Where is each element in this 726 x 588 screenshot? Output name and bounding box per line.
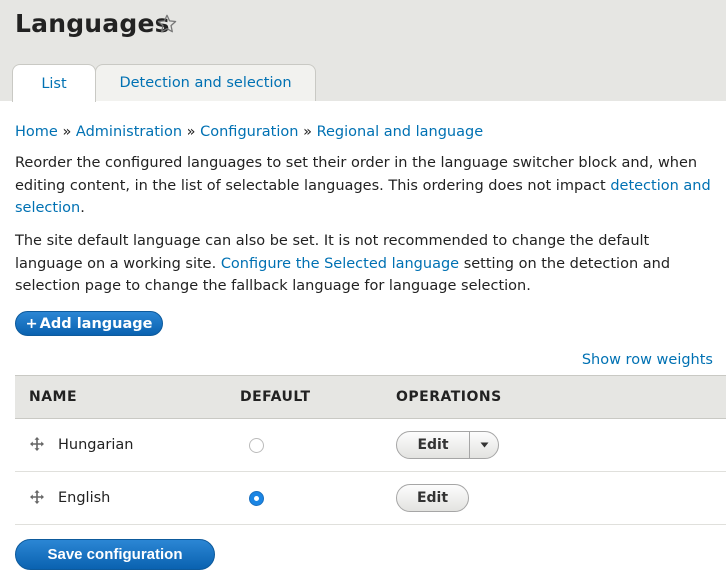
breadcrumb: Home » Administration » Configuration » … <box>15 122 483 142</box>
default-cell <box>240 471 396 525</box>
star-outline-icon[interactable] <box>156 13 178 35</box>
add-language-label: Add language <box>39 315 153 332</box>
drag-handle-icon[interactable] <box>29 489 45 505</box>
breadcrumb-separator: » <box>62 124 76 140</box>
tab-detection-and-selection[interactable]: Detection and selection <box>95 64 316 101</box>
help-text-default: The site default language can also be se… <box>15 230 715 298</box>
language-name: Hungarian <box>58 437 134 453</box>
languages-table: NAME DEFAULT OPERATIONS Hungarian Edit E… <box>15 375 726 525</box>
help-text-end: . <box>80 200 85 216</box>
breadcrumb-home[interactable]: Home <box>15 124 58 140</box>
default-radio-english[interactable] <box>249 490 264 506</box>
language-name-cell: Hungarian <box>15 418 240 472</box>
page-header: Languages List Detection and selection <box>0 0 726 102</box>
tab-list[interactable]: List <box>12 64 96 102</box>
column-header-default: DEFAULT <box>240 375 396 419</box>
table-row: English Edit <box>15 471 726 525</box>
show-row-weights-link[interactable]: Show row weights <box>582 352 713 368</box>
page-title: Languages <box>15 9 170 38</box>
add-language-button[interactable]: + Add language <box>15 311 163 336</box>
help-text: Reorder the configured languages to set … <box>15 155 698 194</box>
default-cell <box>240 418 396 472</box>
help-text-ordering: Reorder the configured languages to set … <box>15 152 715 220</box>
breadcrumb-administration[interactable]: Administration <box>76 124 182 140</box>
edit-button[interactable]: Edit <box>396 484 469 512</box>
language-name: English <box>58 490 111 506</box>
caret-down-icon <box>480 442 488 448</box>
plus-icon: + <box>25 315 38 332</box>
table-row: Hungarian Edit <box>15 418 726 472</box>
operations-dropbutton: Edit <box>396 431 499 459</box>
breadcrumb-regional-and-language[interactable]: Regional and language <box>317 124 484 140</box>
operations-cell: Edit <box>396 418 726 472</box>
save-configuration-button[interactable]: Save configuration <box>15 539 215 570</box>
breadcrumb-separator: » <box>186 124 201 140</box>
dropbutton-toggle[interactable] <box>469 432 498 458</box>
primary-tabs: List Detection and selection <box>12 64 316 102</box>
column-header-name: NAME <box>15 375 240 419</box>
breadcrumb-configuration[interactable]: Configuration <box>200 124 298 140</box>
configure-selected-language-link[interactable]: Configure the Selected language <box>221 256 459 272</box>
operations-cell: Edit <box>396 471 726 525</box>
table-header-row: NAME DEFAULT OPERATIONS <box>15 375 726 419</box>
default-radio-hungarian[interactable] <box>249 437 264 453</box>
column-header-operations: OPERATIONS <box>396 375 726 419</box>
drag-handle-icon[interactable] <box>29 436 45 452</box>
edit-button[interactable]: Edit <box>397 432 469 458</box>
language-name-cell: English <box>15 471 240 525</box>
breadcrumb-separator: » <box>303 124 317 140</box>
